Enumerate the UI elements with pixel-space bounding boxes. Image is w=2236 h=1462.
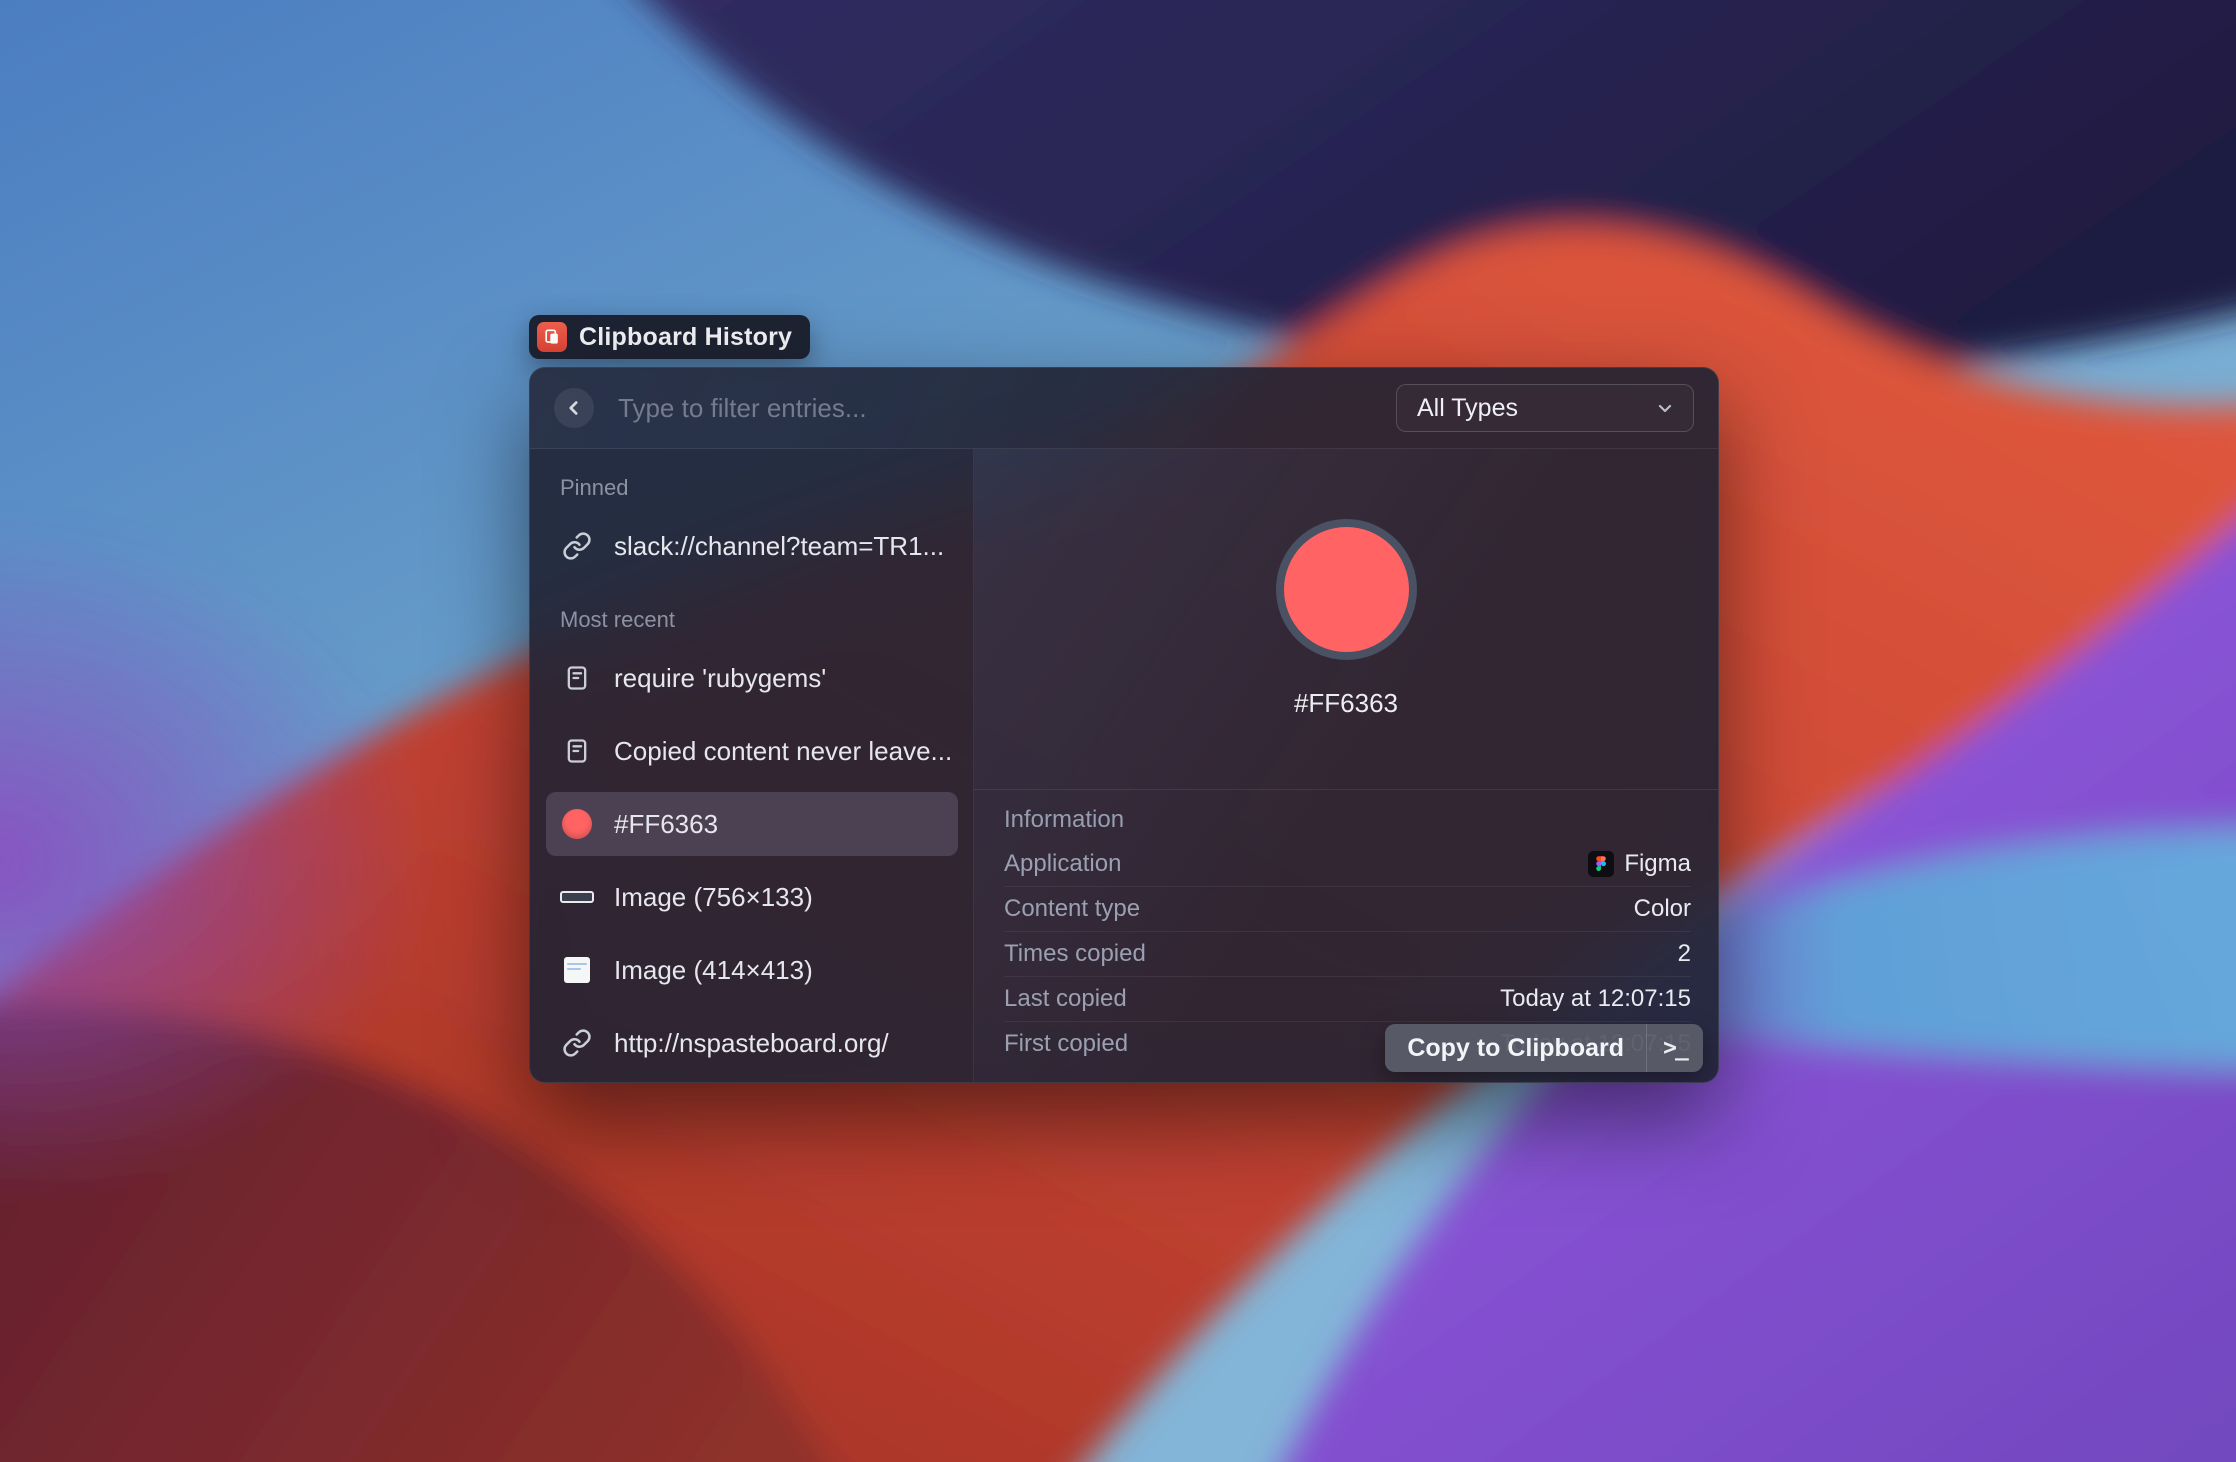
list-item-label: Image (414×413) xyxy=(614,955,813,986)
info-row-content-type: Content type Color xyxy=(1004,886,1691,931)
window-body: Pinned slack://channel?team=TR1... Most … xyxy=(530,449,1718,1082)
clipboard-app-icon xyxy=(537,322,567,352)
info-value-application: Figma xyxy=(1624,850,1691,878)
image-square-icon xyxy=(560,957,594,983)
chevron-left-icon xyxy=(561,395,587,421)
copy-button-label: Copy to Clipboard xyxy=(1385,1024,1646,1072)
list-item-label: require 'rubygems' xyxy=(614,663,826,694)
link-icon xyxy=(560,1028,594,1058)
color-dot-icon xyxy=(560,809,594,839)
list-item-label: http://nspasteboard.org/ xyxy=(614,1028,889,1059)
info-row-application: Application xyxy=(1004,842,1691,886)
type-filter-value: All Types xyxy=(1417,394,1518,423)
section-title-most-recent: Most recent xyxy=(560,607,958,633)
chip-title: Clipboard History xyxy=(579,323,792,352)
figma-icon xyxy=(1588,851,1614,877)
list-item-color-ff6363[interactable]: #FF6363 xyxy=(546,792,958,856)
type-filter-dropdown[interactable]: All Types xyxy=(1396,384,1694,432)
list-item-image-wide[interactable]: Image (756×133) xyxy=(546,865,958,929)
text-snippet-icon xyxy=(560,664,594,692)
info-row-last-copied: Last copied Today at 12:07:15 xyxy=(1004,976,1691,1021)
list-item-image-square[interactable]: Image (414×413) xyxy=(546,938,958,1002)
back-button[interactable] xyxy=(554,388,594,428)
text-snippet-icon xyxy=(560,737,594,765)
desktop: Clipboard History All Types Pinned xyxy=(0,0,2236,1462)
copy-to-clipboard-button[interactable]: Copy to Clipboard >_ xyxy=(1385,1024,1703,1072)
list-item-label: slack://channel?team=TR1... xyxy=(614,531,944,562)
clipboard-entries-list: Pinned slack://channel?team=TR1... Most … xyxy=(530,449,974,1082)
list-item-label: #FF6363 xyxy=(614,809,718,840)
clipboard-history-window: All Types Pinned slack://channe xyxy=(529,367,1719,1083)
list-item-nspasteboard[interactable]: http://nspasteboard.org/ xyxy=(546,1011,958,1075)
color-swatch-label: #FF6363 xyxy=(1294,688,1398,719)
window-header: All Types xyxy=(530,368,1718,449)
color-swatch xyxy=(1276,519,1417,660)
link-icon xyxy=(560,531,594,561)
color-preview: #FF6363 xyxy=(974,449,1718,790)
list-item-slack-link[interactable]: slack://channel?team=TR1... xyxy=(546,514,958,578)
clipboard-history-chip: Clipboard History xyxy=(529,315,810,359)
section-title-pinned: Pinned xyxy=(560,475,958,501)
search-input[interactable] xyxy=(616,392,1374,425)
terminal-icon: >_ xyxy=(1646,1024,1703,1072)
information-heading: Information xyxy=(1004,798,1691,842)
image-wide-icon xyxy=(560,891,594,903)
detail-panel: #FF6363 Information Application xyxy=(974,449,1718,1082)
list-item-label: Copied content never leave... xyxy=(614,736,952,767)
list-item-label: Image (756×133) xyxy=(614,882,813,913)
chevron-down-icon xyxy=(1653,396,1677,420)
list-item-rubygems[interactable]: require 'rubygems' xyxy=(546,646,958,710)
info-value-times-copied: 2 xyxy=(1678,940,1691,968)
list-item-copied-content[interactable]: Copied content never leave... xyxy=(546,719,958,783)
info-row-times-copied: Times copied 2 xyxy=(1004,931,1691,976)
info-value-content-type: Color xyxy=(1634,895,1691,923)
info-value-last-copied: Today at 12:07:15 xyxy=(1500,985,1691,1013)
